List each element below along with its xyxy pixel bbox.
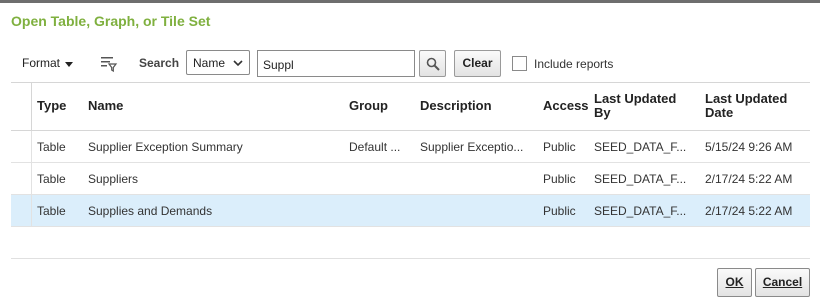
cell-updated-by: SEED_DATA_F...	[594, 140, 687, 154]
row-stub	[11, 195, 32, 226]
cancel-button-label: Cancel	[762, 275, 803, 289]
cell-updated-date: 2/17/24 5:22 AM	[705, 172, 793, 186]
search-by-value: Name	[193, 56, 226, 70]
cell-access: Public	[543, 204, 576, 218]
cell-name: Suppliers	[88, 172, 139, 186]
cell-type: Table	[37, 204, 66, 218]
cell-group: Default ...	[349, 140, 401, 154]
table-row[interactable]: Table Supplier Exception Summary Default…	[11, 131, 810, 163]
caret-down-icon	[65, 61, 74, 67]
row-header-stub	[11, 83, 32, 130]
cell-type: Table	[37, 140, 66, 154]
column-header-name[interactable]: Name	[88, 99, 338, 113]
dialog-title: Open Table, Graph, or Tile Set	[11, 13, 211, 29]
cell-name: Supplier Exception Summary	[88, 140, 243, 154]
column-header-description[interactable]: Description	[420, 99, 535, 113]
ok-button-label: OK	[725, 275, 744, 289]
cancel-button[interactable]: Cancel	[755, 268, 810, 297]
cell-updated-date: 5/15/24 9:26 AM	[705, 140, 793, 154]
toolbar: Format Search Name Suppl Clear Include r…	[0, 49, 820, 79]
row-stub	[11, 131, 32, 162]
search-by-select[interactable]: Name	[186, 50, 250, 75]
search-label: Search	[139, 56, 180, 70]
results-table: Type Name Group Description Access Last …	[11, 82, 810, 227]
ok-button[interactable]: OK	[717, 268, 752, 297]
column-header-access[interactable]: Access	[543, 99, 593, 113]
include-reports-checkbox[interactable]	[512, 56, 527, 71]
table-row-selected[interactable]: Table Supplies and Demands Public SEED_D…	[11, 195, 810, 227]
cell-updated-by: SEED_DATA_F...	[594, 172, 687, 186]
cell-access: Public	[543, 140, 576, 154]
format-menu[interactable]: Format	[22, 56, 74, 70]
table-header: Type Name Group Description Access Last …	[11, 82, 810, 131]
chevron-down-icon	[233, 60, 243, 67]
row-stub	[11, 163, 32, 194]
cell-type: Table	[37, 172, 66, 186]
column-header-last-updated-date[interactable]: Last Updated Date	[705, 92, 805, 120]
cell-access: Public	[543, 172, 576, 186]
column-header-group[interactable]: Group	[349, 99, 409, 113]
cell-description: Supplier Exceptio...	[420, 140, 524, 154]
cell-name: Supplies and Demands	[88, 204, 213, 218]
clear-button[interactable]: Clear	[454, 50, 501, 77]
table-row[interactable]: Table Suppliers Public SEED_DATA_F... 2/…	[11, 163, 810, 195]
filter-icon[interactable]	[100, 55, 118, 73]
cell-updated-by: SEED_DATA_F...	[594, 204, 687, 218]
window-top-border	[0, 0, 820, 3]
search-button[interactable]	[419, 50, 446, 77]
include-reports-label: Include reports	[534, 57, 614, 71]
footer-divider	[11, 258, 810, 259]
cell-updated-date: 2/17/24 5:22 AM	[705, 204, 793, 218]
column-header-type[interactable]: Type	[37, 99, 85, 113]
search-input[interactable]: Suppl	[257, 50, 415, 77]
format-label: Format	[22, 56, 61, 70]
column-header-last-updated-by[interactable]: Last Updated By	[594, 92, 694, 120]
search-icon	[426, 57, 440, 71]
